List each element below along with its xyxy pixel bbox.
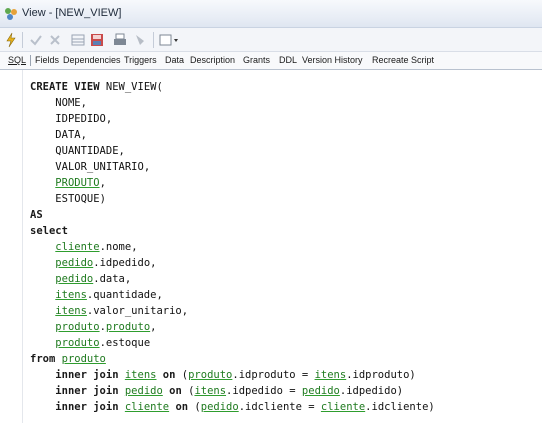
title-bar: View - [NEW_VIEW]: [0, 0, 542, 28]
table-link[interactable]: itens: [315, 369, 347, 381]
sql-line: from produto: [30, 353, 106, 365]
sql-line: inner join pedido on (itens.idpedido = p…: [55, 385, 404, 397]
sql-line: itens.valor_unitario,: [55, 305, 189, 317]
sql-line: inner join itens on (produto.idproduto =…: [55, 369, 416, 381]
sql-line: produto.estoque: [55, 337, 151, 349]
tab-description[interactable]: Description: [190, 55, 235, 65]
editor-right-margin: [530, 70, 542, 423]
tab-bar: SQL Fields Dependencies Triggers Data De…: [0, 52, 542, 70]
tab-divider: [30, 55, 31, 66]
compile-icon[interactable]: [3, 32, 19, 48]
table-link[interactable]: pedido: [201, 401, 239, 413]
tab-version-history[interactable]: Version History: [302, 55, 363, 65]
sql-line: inner join cliente on (pedido.idcliente …: [55, 401, 435, 413]
tab-sql[interactable]: SQL: [8, 55, 26, 65]
view-icon: [5, 8, 17, 20]
table-link[interactable]: produto: [55, 321, 99, 333]
table-link[interactable]: produto: [62, 353, 106, 365]
commit-icon[interactable]: [28, 32, 44, 48]
sql-line: CREATE VIEW NEW_VIEW(: [30, 81, 163, 93]
table-link[interactable]: produto: [55, 337, 99, 349]
tab-dependencies[interactable]: Dependencies: [63, 55, 121, 65]
table-link[interactable]: pedido: [125, 385, 163, 397]
table-link[interactable]: cliente: [55, 241, 99, 253]
table-link[interactable]: pedido: [302, 385, 340, 397]
save-icon[interactable]: [89, 32, 105, 48]
print-icon[interactable]: [112, 32, 128, 48]
table-link[interactable]: pedido: [55, 273, 93, 285]
search-icon[interactable]: [133, 32, 149, 48]
toolbar-separator: [153, 32, 154, 48]
sql-editor[interactable]: CREATE VIEW NEW_VIEW( NOME, IDPEDIDO, DA…: [30, 79, 536, 419]
table-link[interactable]: pedido: [55, 257, 93, 269]
sql-line: PRODUTO,: [55, 177, 106, 189]
sql-line: DATA,: [55, 129, 87, 141]
table-link[interactable]: itens: [55, 289, 87, 301]
table-link[interactable]: produto: [106, 321, 150, 333]
tab-data[interactable]: Data: [165, 55, 184, 65]
tab-triggers[interactable]: Triggers: [124, 55, 157, 65]
tab-grants[interactable]: Grants: [243, 55, 270, 65]
sql-line: IDPEDIDO,: [55, 113, 113, 125]
sql-line: VALOR_UNITARIO,: [55, 161, 151, 173]
dropdown-icon[interactable]: [158, 32, 180, 48]
sql-line: pedido.data,: [55, 273, 132, 285]
tab-fields[interactable]: Fields: [35, 55, 59, 65]
rollback-icon[interactable]: [47, 32, 63, 48]
sql-line: produto.produto,: [55, 321, 157, 333]
sql-line: itens.quantidade,: [55, 289, 163, 301]
editor-gutter: [0, 70, 23, 423]
grid-icon[interactable]: [70, 32, 86, 48]
table-link[interactable]: itens: [55, 305, 87, 317]
table-link[interactable]: cliente: [125, 401, 169, 413]
tab-ddl[interactable]: DDL: [279, 55, 297, 65]
sql-line: pedido.idpedido,: [55, 257, 157, 269]
table-link[interactable]: itens: [125, 369, 157, 381]
sql-line: ESTOQUE): [55, 193, 106, 205]
table-link[interactable]: cliente: [321, 401, 365, 413]
tab-recreate-script[interactable]: Recreate Script: [372, 55, 434, 65]
toolbar-separator: [22, 32, 23, 48]
window-title: View - [NEW_VIEW]: [22, 7, 122, 19]
sql-line: NOME,: [55, 97, 87, 109]
sql-line: QUANTIDADE,: [55, 145, 125, 157]
sql-line: AS: [30, 209, 43, 221]
sql-line: cliente.nome,: [55, 241, 138, 253]
table-link[interactable]: produto: [188, 369, 232, 381]
table-link[interactable]: PRODUTO: [55, 177, 99, 189]
table-link[interactable]: itens: [194, 385, 226, 397]
toolbar: [0, 28, 542, 52]
sql-line: select: [30, 225, 68, 237]
